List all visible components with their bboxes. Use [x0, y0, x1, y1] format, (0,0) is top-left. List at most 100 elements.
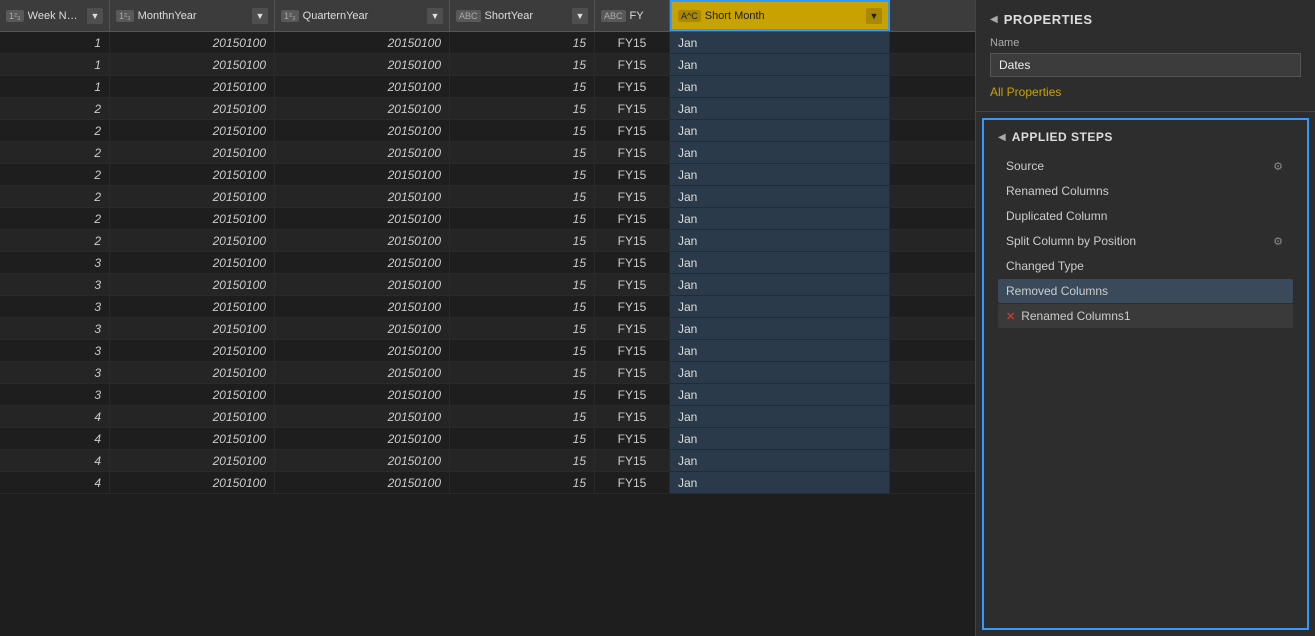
- cell-quarter-year: 20150100: [275, 164, 450, 185]
- cell-short-month: Jan: [670, 164, 890, 185]
- cell-month-year: 20150100: [110, 186, 275, 207]
- cell-fy: FY15: [595, 208, 670, 229]
- cell-week-number: 2: [0, 164, 110, 185]
- cell-short-year: 15: [450, 98, 595, 119]
- step-item-renamed-columns[interactable]: Renamed Columns: [998, 179, 1293, 203]
- steps-list: Source ⚙ Renamed Columns Duplicated Colu…: [998, 154, 1293, 329]
- prop-name-input[interactable]: [990, 53, 1301, 77]
- steps-title: APPLIED STEPS: [1012, 130, 1113, 144]
- cell-short-year: 15: [450, 230, 595, 251]
- cell-month-year: 20150100: [110, 472, 275, 493]
- cell-month-year: 20150100: [110, 208, 275, 229]
- table-row: 2 20150100 20150100 15 FY15 Jan: [0, 208, 975, 230]
- col-header-month-year[interactable]: 1²₃ MonthnYear ▼: [110, 0, 275, 31]
- cell-short-month: Jan: [670, 142, 890, 163]
- col-label-short-year: ShortYear: [485, 10, 568, 22]
- cell-fy: FY15: [595, 274, 670, 295]
- table-row: 3 20150100 20150100 15 FY15 Jan: [0, 362, 975, 384]
- cell-month-year: 20150100: [110, 274, 275, 295]
- cell-month-year: 20150100: [110, 54, 275, 75]
- cell-fy: FY15: [595, 230, 670, 251]
- step-label-renamed-columns: Renamed Columns: [1006, 184, 1285, 198]
- cell-short-year: 15: [450, 120, 595, 141]
- col-label-fy: FY: [630, 10, 663, 22]
- step-item-split-column-by-position[interactable]: Split Column by Position ⚙: [998, 229, 1293, 253]
- cell-quarter-year: 20150100: [275, 230, 450, 251]
- cell-short-year: 15: [450, 472, 595, 493]
- col-label-week-number: Week Number: [28, 10, 83, 22]
- cell-fy: FY15: [595, 142, 670, 163]
- col-header-fy[interactable]: ABC FY: [595, 0, 670, 31]
- table-row: 4 20150100 20150100 15 FY15 Jan: [0, 450, 975, 472]
- cell-quarter-year: 20150100: [275, 318, 450, 339]
- col-label-short-month: Short Month: [705, 10, 862, 22]
- col-header-quarter-year[interactable]: 1²₃ QuarternYear ▼: [275, 0, 450, 31]
- data-table-area: 1²₃ Week Number ▼ 1²₃ MonthnYear ▼ 1²₃ Q…: [0, 0, 975, 636]
- col-type-short-year: ABC: [456, 10, 481, 22]
- cell-short-year: 15: [450, 76, 595, 97]
- cell-quarter-year: 20150100: [275, 406, 450, 427]
- step-item-changed-type[interactable]: Changed Type: [998, 254, 1293, 278]
- step-label-split-column-by-position: Split Column by Position: [1006, 234, 1265, 248]
- cell-week-number: 2: [0, 142, 110, 163]
- cell-fy: FY15: [595, 252, 670, 273]
- filter-btn-short-month[interactable]: ▼: [866, 8, 882, 24]
- col-type-short-month: A^C: [678, 10, 701, 22]
- cell-month-year: 20150100: [110, 406, 275, 427]
- steps-collapse-arrow[interactable]: ◀: [998, 132, 1006, 143]
- cell-short-year: 15: [450, 142, 595, 163]
- cell-month-year: 20150100: [110, 340, 275, 361]
- step-gear-icon[interactable]: ⚙: [1271, 235, 1285, 248]
- step-item-renamed-columns1[interactable]: ✕ Renamed Columns1: [998, 304, 1293, 328]
- filter-btn-short-year[interactable]: ▼: [572, 8, 588, 24]
- table-row: 3 20150100 20150100 15 FY15 Jan: [0, 274, 975, 296]
- table-row: 3 20150100 20150100 15 FY15 Jan: [0, 384, 975, 406]
- cell-fy: FY15: [595, 428, 670, 449]
- step-item-source[interactable]: Source ⚙: [998, 154, 1293, 178]
- col-header-short-year[interactable]: ABC ShortYear ▼: [450, 0, 595, 31]
- cell-fy: FY15: [595, 76, 670, 97]
- table-row: 3 20150100 20150100 15 FY15 Jan: [0, 318, 975, 340]
- table-row: 4 20150100 20150100 15 FY15 Jan: [0, 428, 975, 450]
- cell-short-month: Jan: [670, 120, 890, 141]
- cell-quarter-year: 20150100: [275, 252, 450, 273]
- cell-fy: FY15: [595, 384, 670, 405]
- filter-btn-quarter-year[interactable]: ▼: [427, 8, 443, 24]
- filter-btn-week-number[interactable]: ▼: [87, 8, 103, 24]
- cell-month-year: 20150100: [110, 230, 275, 251]
- cell-quarter-year: 20150100: [275, 98, 450, 119]
- cell-quarter-year: 20150100: [275, 142, 450, 163]
- table-row: 1 20150100 20150100 15 FY15 Jan: [0, 32, 975, 54]
- properties-collapse-arrow[interactable]: ◀: [990, 14, 998, 25]
- col-header-short-month[interactable]: A^C Short Month ▼: [670, 0, 890, 31]
- cell-week-number: 4: [0, 472, 110, 493]
- cell-fy: FY15: [595, 54, 670, 75]
- cell-week-number: 1: [0, 32, 110, 53]
- cell-fy: FY15: [595, 318, 670, 339]
- cell-month-year: 20150100: [110, 32, 275, 53]
- step-item-duplicated-column[interactable]: Duplicated Column: [998, 204, 1293, 228]
- step-gear-icon[interactable]: ⚙: [1271, 160, 1285, 173]
- properties-section: ◀ PROPERTIES Name All Properties: [976, 0, 1315, 112]
- cell-quarter-year: 20150100: [275, 54, 450, 75]
- step-item-removed-columns[interactable]: Removed Columns: [998, 279, 1293, 303]
- cell-short-year: 15: [450, 362, 595, 383]
- cell-week-number: 2: [0, 98, 110, 119]
- cell-short-year: 15: [450, 384, 595, 405]
- right-panel: ◀ PROPERTIES Name All Properties ◀ APPLI…: [975, 0, 1315, 636]
- cell-fy: FY15: [595, 32, 670, 53]
- table-row: 2 20150100 20150100 15 FY15 Jan: [0, 142, 975, 164]
- cell-week-number: 3: [0, 318, 110, 339]
- cell-short-month: Jan: [670, 252, 890, 273]
- cell-week-number: 2: [0, 230, 110, 251]
- cell-week-number: 2: [0, 208, 110, 229]
- cell-month-year: 20150100: [110, 296, 275, 317]
- all-properties-link[interactable]: All Properties: [990, 85, 1061, 99]
- col-header-week-number[interactable]: 1²₃ Week Number ▼: [0, 0, 110, 31]
- cell-fy: FY15: [595, 98, 670, 119]
- cell-fy: FY15: [595, 186, 670, 207]
- table-header: 1²₃ Week Number ▼ 1²₃ MonthnYear ▼ 1²₃ Q…: [0, 0, 975, 32]
- col-type-week-number: 1²₃: [6, 10, 24, 22]
- cell-short-month: Jan: [670, 472, 890, 493]
- filter-btn-month-year[interactable]: ▼: [252, 8, 268, 24]
